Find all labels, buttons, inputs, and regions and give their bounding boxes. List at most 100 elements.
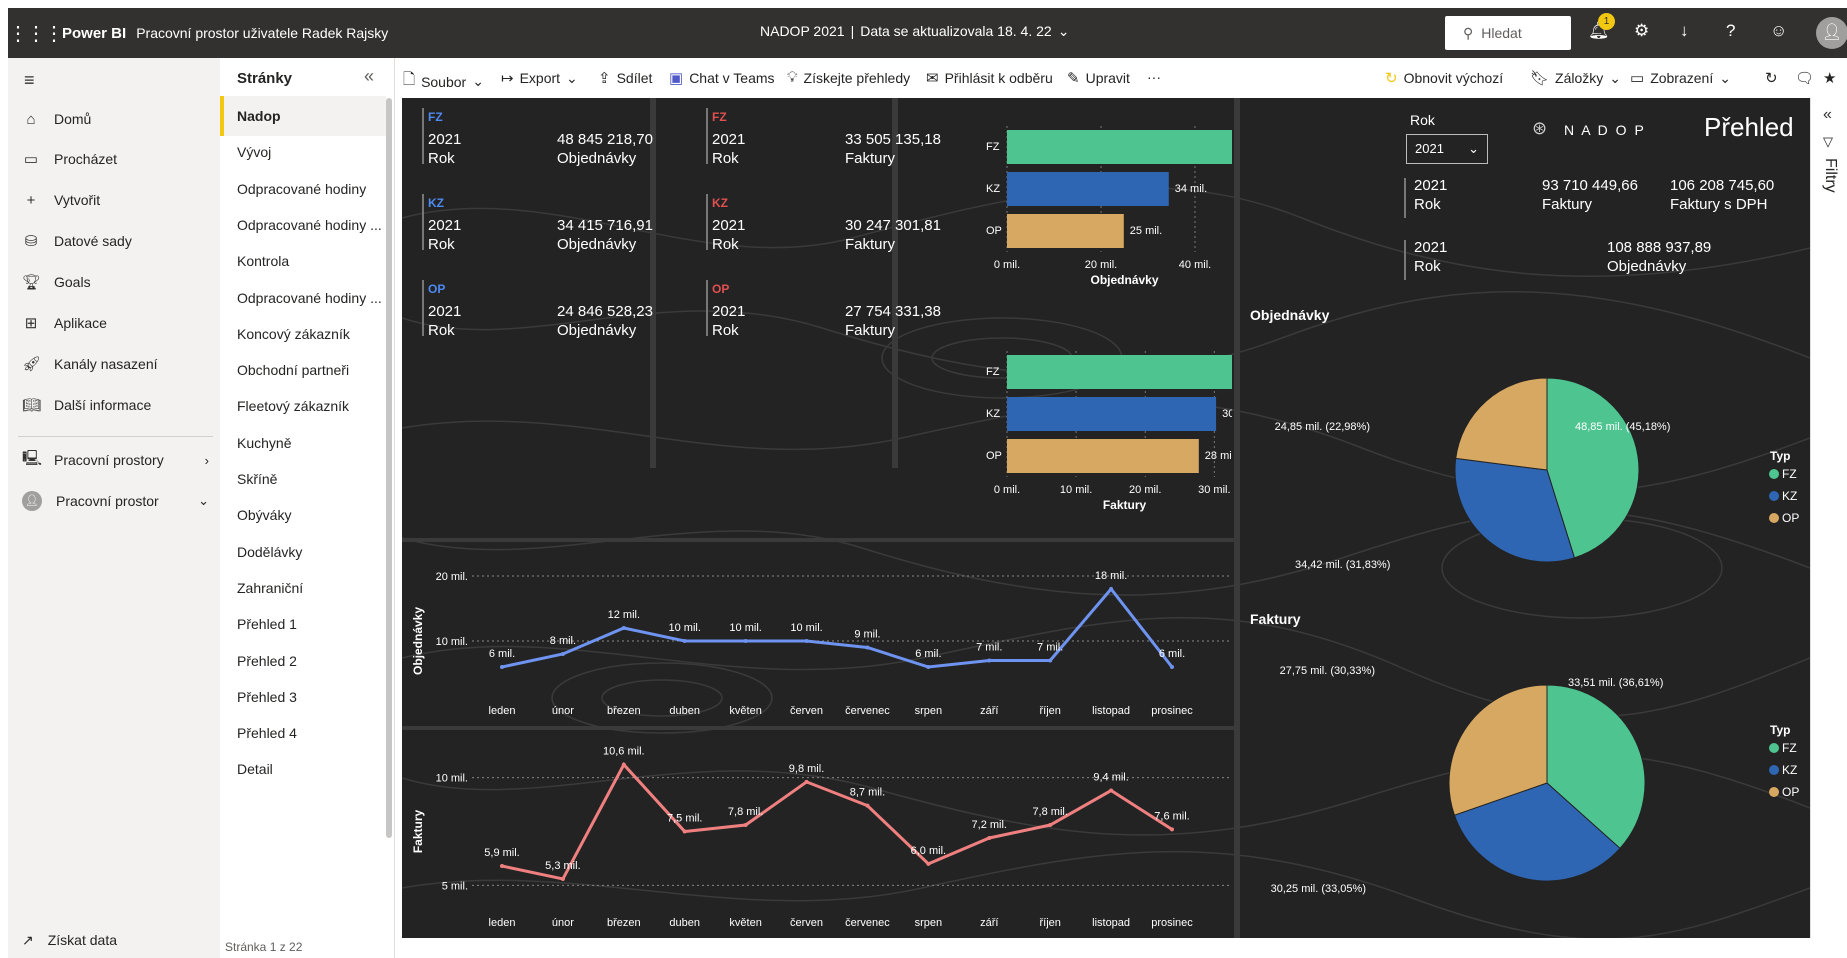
pages-scrollbar[interactable] [386,98,392,838]
report-title-area[interactable]: NADOP 2021 | Data se aktualizovala 18. 4… [760,23,1069,40]
page-tab-item[interactable]: Kuchyně [220,423,386,463]
export-menu[interactable]: ↦ Export ⌄ [501,69,578,88]
data-updated-label: Data se aktualizovala 18. 4. 22 [860,23,1052,39]
filters-pane[interactable]: « ▽ Filtry [1810,98,1847,938]
view-menu[interactable]: ▭ Zobrazení ⌄ [1630,69,1731,88]
page-tab-item[interactable]: Koncový zákazník [220,314,386,354]
expand-filters-icon[interactable]: « [1823,106,1832,124]
x-tick-label: 20 mil. [1129,484,1161,496]
nav-label: Goals [54,274,91,290]
nav-browse[interactable]: ▭ Procházet [22,144,217,174]
refresh-button[interactable]: ↻ [1765,69,1778,87]
card-accent-bar [706,194,708,250]
line-chart-faktury: 5 mil. 10 mil. Faktury 5,9 mil. 5,3 mil. 10,6… [411,746,1232,929]
card-year-label: Rok [428,236,455,253]
share-button[interactable]: ⇪ Sdílet [598,69,652,87]
hamburger-menu-icon[interactable]: ≡ [24,70,35,91]
data-label: 25 mil. [1130,225,1162,237]
more-label: ··· [1147,69,1161,85]
feedback-smiley-icon[interactable]: ☺ [1770,21,1787,41]
book-icon: 📖︎ [22,397,42,414]
chat-in-teams-button[interactable]: ▣ Chat v Teams [669,69,775,87]
page-tab-item[interactable]: Odpracované hodiny [220,169,386,209]
workspace-breadcrumb[interactable]: Pracovní prostor uživatele Radek Rajsky [136,25,388,41]
download-icon[interactable]: ↓ [1680,21,1689,41]
x-tick-label: červenec [845,917,890,929]
edit-button[interactable]: ✎ Upravit [1067,69,1130,87]
data-label: 27,75 mil. (30,33%) [1280,665,1375,677]
page-tab-item[interactable]: Přehled 1 [220,604,386,644]
page-tab-item[interactable]: Vývoj [220,132,386,172]
edit-label: Upravit [1085,70,1130,86]
data-label: 24,85 mil. (22,98%) [1275,421,1370,433]
help-icon[interactable]: ? [1726,21,1735,41]
search-box[interactable]: ⚲ Hledat [1445,16,1571,50]
file-menu[interactable]: 🗋 Soubor ⌄ [403,69,484,94]
page-tab-item[interactable]: Přehled 4 [220,713,386,753]
data-point [865,645,870,650]
card-value: 48 845 218,70 [557,131,653,148]
x-tick-label: duben [669,705,700,717]
subscribe-button[interactable]: ✉ Přihlásit k odběru [926,69,1053,87]
nav-divider [18,436,213,437]
nav-deployment[interactable]: 🚀︎ Kanály nasazení [22,349,217,379]
page-tab-item[interactable]: Obchodní partneři [220,350,386,390]
more-options-button[interactable]: ··· [1147,69,1161,85]
nav-workspace[interactable]: 👤︎ Pracovní prostor ⌄ [22,486,217,516]
data-label: 28 mil. [1205,450,1232,462]
chevron-down-icon[interactable]: ⌄ [1058,23,1070,40]
card-value-label: Objednávky [557,150,637,167]
page-tab-item[interactable]: Nadop [220,96,386,136]
page-tab-item[interactable]: Přehled 3 [220,677,386,717]
get-insights-button[interactable]: 💡︎ Získejte přehledy [787,69,910,86]
card-accent-bar [1404,240,1406,280]
data-point [743,823,748,828]
page-tab-item[interactable]: Odpracované hodiny ... [220,205,386,245]
lightbulb-icon: 💡︎ [787,69,798,86]
page-tab-item[interactable]: Fleetový zákazník [220,386,386,426]
nav-apps[interactable]: ⊞ Aplikace [22,308,217,338]
nav-label: Procházet [54,151,118,167]
page-tab-item[interactable]: Odpracované hodiny ... [220,278,386,318]
nav-learn[interactable]: 📖︎ Další informace [22,390,217,420]
user-avatar[interactable]: 👤︎ [1816,17,1847,49]
get-data-link[interactable]: ↗ Získat data [22,932,117,949]
brand-name[interactable]: Power BI [62,25,126,42]
page-tab-item[interactable]: Detail [220,749,386,789]
page-tab-item[interactable]: Kontrola [220,241,386,281]
bookmarks-menu[interactable]: 🔖︎ Záložky ⌄ [1530,69,1621,88]
reset-default-button[interactable]: ↻ Obnovit výchozí [1385,69,1503,87]
category-label: KZ [986,408,1000,420]
data-label: 8,7 mil. [850,787,885,799]
page-tab-item[interactable]: Zahraniční [220,568,386,608]
axis-title: Faktury [1103,498,1147,512]
comment-button[interactable]: 🗨︎ [1795,69,1814,87]
nav-datasets[interactable]: ⛁ Datové sady [22,226,217,256]
collapse-pane-icon[interactable]: « [364,66,374,87]
data-point [1170,665,1174,669]
nav-home[interactable]: ⌂ Domů [22,104,217,134]
year-slicer[interactable]: 2021 ⌄ [1406,134,1488,164]
kpi-value: 93 710 449,66 [1542,177,1638,194]
page-tab-item[interactable]: Dodělávky [220,532,386,572]
page-tab-item[interactable]: Obýváky [220,495,386,535]
pie-slice [1455,377,1548,471]
kpi-year-label: Rok [1414,258,1441,275]
data-label: 10 mil. [790,622,822,634]
nav-goals[interactable]: 🏆︎ Goals [22,267,217,297]
nav-create[interactable]: + Vytvořit [22,185,217,215]
card-value-label: Objednávky [557,322,637,339]
x-tick-label: březen [607,917,641,929]
card-tag: OP [712,282,730,296]
data-label: 34,42 mil. (31,83%) [1295,559,1390,571]
fingerprint-logo-icon: ⊛ [1532,118,1548,138]
page-tab-item[interactable]: Přehled 2 [220,641,386,681]
page-tab-item[interactable]: Skříně [220,459,386,499]
nav-label: Pracovní prostor [56,493,159,509]
favorite-button[interactable]: ★ [1823,69,1836,87]
nav-label: Aplikace [54,315,107,331]
nav-workspaces[interactable]: 🖳 Pracovní prostory › [22,445,217,475]
category-label: KZ [986,183,1000,195]
gear-icon[interactable]: ⚙ [1634,21,1649,41]
app-launcher-icon[interactable]: ⋮⋮⋮ [8,21,64,46]
